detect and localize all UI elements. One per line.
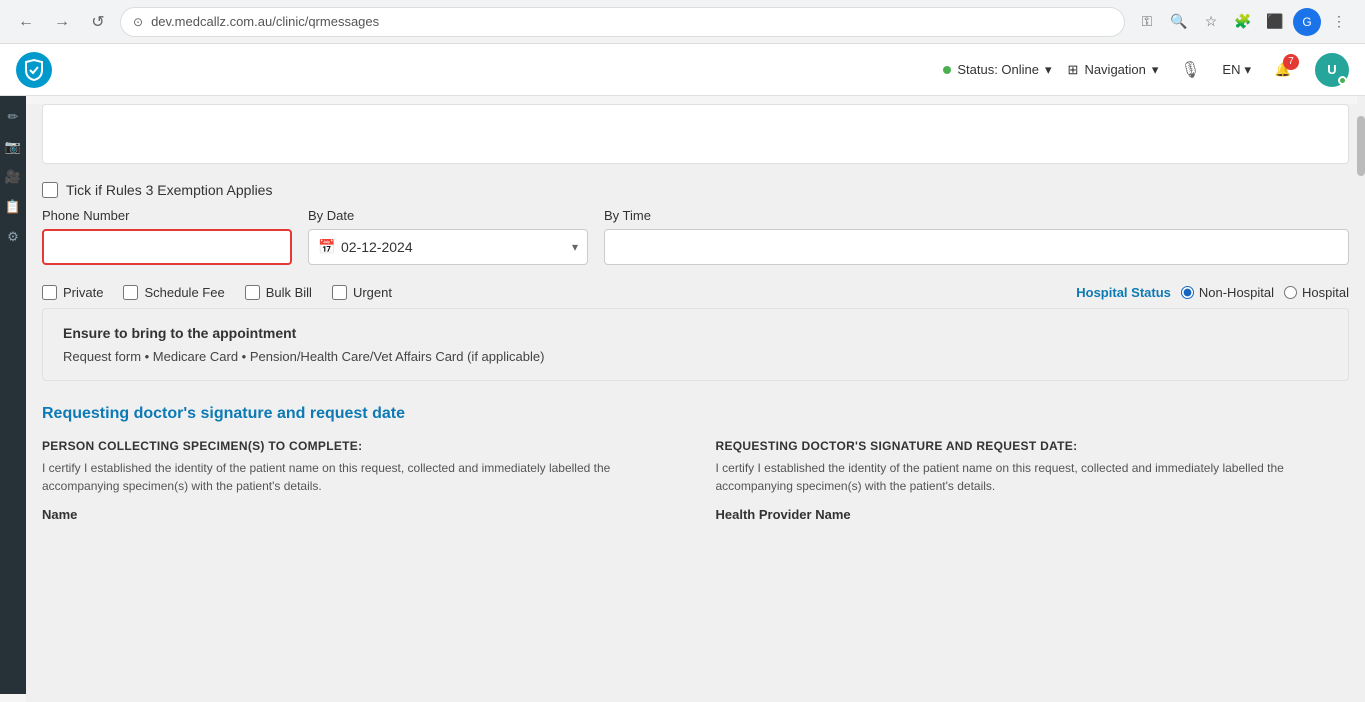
- two-col-layout: PERSON COLLECTING SPECIMEN(S) TO COMPLET…: [26, 439, 1365, 522]
- exemption-label: Tick if Rules 3 Exemption Applies: [66, 182, 272, 198]
- exemption-checkbox[interactable]: [42, 182, 58, 198]
- by-date-label: By Date: [308, 208, 588, 223]
- grid-icon: ⊞: [1068, 62, 1079, 78]
- notification-button[interactable]: 🔔 7: [1267, 54, 1299, 86]
- date-chevron-icon: ▾: [572, 240, 578, 254]
- sidebar-icon-camera[interactable]: 📷: [2, 136, 24, 158]
- left-col-label: PERSON COLLECTING SPECIMEN(S) TO COMPLET…: [42, 439, 676, 453]
- url-text: dev.medcallz.com.au/clinic/qrmessages: [151, 14, 379, 29]
- sidebar-icon-clipboard[interactable]: 📋: [2, 196, 24, 218]
- microphone-button[interactable]: 🎙: [1174, 54, 1206, 86]
- fields-row: Phone Number By Date 📅 02-12-2024 ▾ By T…: [26, 208, 1365, 277]
- bulk-bill-option[interactable]: Bulk Bill: [245, 285, 312, 300]
- phone-number-label: Phone Number: [42, 208, 292, 223]
- date-input-wrapper: 📅 02-12-2024 ▾: [308, 229, 588, 265]
- private-checkbox[interactable]: [42, 285, 57, 300]
- phone-number-group: Phone Number: [42, 208, 292, 265]
- menu-icon[interactable]: ⋮: [1325, 8, 1353, 36]
- browser-chrome: ← → ↺ ⊙ dev.medcallz.com.au/clinic/qrmes…: [0, 0, 1365, 44]
- bookmark-icon[interactable]: ☆: [1197, 8, 1225, 36]
- profile-button[interactable]: G: [1293, 8, 1321, 36]
- sidebar: ✏ 📷 🎥 📋 ⚙: [0, 96, 26, 694]
- lang-chevron-icon: ▾: [1244, 62, 1251, 78]
- non-hospital-option[interactable]: Non-Hospital: [1181, 285, 1274, 300]
- hospital-option[interactable]: Hospital: [1284, 285, 1349, 300]
- avatar-online-dot: [1338, 76, 1347, 85]
- search-icon[interactable]: 🔍: [1165, 8, 1193, 36]
- left-col-text: I certify I established the identity of …: [42, 459, 676, 495]
- non-hospital-radio[interactable]: [1181, 286, 1194, 299]
- scrollbar-thumb[interactable]: [1357, 116, 1365, 176]
- calendar-icon: 📅: [318, 239, 335, 256]
- non-hospital-label: Non-Hospital: [1199, 285, 1274, 300]
- options-row: Private Schedule Fee Bulk Bill Urgent Ho…: [26, 277, 1365, 308]
- urgent-option[interactable]: Urgent: [332, 285, 392, 300]
- language-button[interactable]: EN ▾: [1222, 62, 1251, 78]
- hospital-status-label: Hospital Status: [1076, 285, 1171, 300]
- browser-actions: ⚿ 🔍 ☆ 🧩 ⬛ G ⋮: [1133, 8, 1353, 36]
- address-bar[interactable]: ⊙ dev.medcallz.com.au/clinic/qrmessages: [120, 7, 1125, 37]
- refresh-button[interactable]: ↺: [84, 8, 112, 36]
- forward-button[interactable]: →: [48, 8, 76, 36]
- right-col-text: I certify I established the identity of …: [716, 459, 1350, 495]
- avatar[interactable]: U: [1315, 53, 1349, 87]
- by-date-group: By Date 📅 02-12-2024 ▾: [308, 208, 588, 265]
- status-online[interactable]: Status: Online ▾: [943, 62, 1051, 78]
- bulk-bill-checkbox[interactable]: [245, 285, 260, 300]
- app-header: Status: Online ▾ ⊞ Navigation ▾ 🎙 EN ▾ 🔔…: [0, 44, 1365, 96]
- by-time-label: By Time: [604, 208, 1349, 223]
- sidebar-icon-settings[interactable]: ⚙: [2, 226, 24, 248]
- hospital-status-group: Hospital Status Non-Hospital Hospital: [1076, 285, 1349, 300]
- notification-badge: 7: [1283, 54, 1299, 70]
- logo-svg: [22, 58, 46, 82]
- private-label: Private: [63, 285, 103, 300]
- left-col: PERSON COLLECTING SPECIMEN(S) TO COMPLET…: [42, 439, 676, 522]
- info-box-content: Request form • Medicare Card • Pension/H…: [63, 349, 1328, 364]
- urgent-checkbox[interactable]: [332, 285, 347, 300]
- by-time-group: By Time: [604, 208, 1349, 265]
- right-col: REQUESTING DOCTOR'S SIGNATURE AND REQUES…: [716, 439, 1350, 522]
- status-dot: [943, 66, 951, 74]
- exemption-row: Tick if Rules 3 Exemption Applies: [26, 172, 1365, 208]
- schedule-fee-checkbox[interactable]: [123, 285, 138, 300]
- key-icon[interactable]: ⚿: [1133, 8, 1161, 36]
- puzzle-icon[interactable]: ⬛: [1261, 8, 1289, 36]
- extension-icon[interactable]: 🧩: [1229, 8, 1257, 36]
- bulk-bill-label: Bulk Bill: [266, 285, 312, 300]
- navigation-label: Navigation: [1084, 62, 1145, 77]
- by-time-input[interactable]: [604, 229, 1349, 265]
- right-col-label: REQUESTING DOCTOR'S SIGNATURE AND REQUES…: [716, 439, 1350, 453]
- hospital-label: Hospital: [1302, 285, 1349, 300]
- scrollbar-track[interactable]: [1357, 96, 1365, 694]
- status-label: Status: Online: [957, 62, 1039, 77]
- doctor-section-title: Requesting doctor's signature and reques…: [42, 405, 1349, 423]
- right-name-label: Health Provider Name: [716, 507, 1350, 522]
- schedule-fee-option[interactable]: Schedule Fee: [123, 285, 224, 300]
- private-option[interactable]: Private: [42, 285, 103, 300]
- info-box: Ensure to bring to the appointment Reque…: [42, 308, 1349, 381]
- language-label: EN: [1222, 62, 1240, 77]
- navigation-button[interactable]: ⊞ Navigation ▾: [1068, 62, 1159, 78]
- status-chevron-icon: ▾: [1045, 62, 1052, 78]
- top-section-card: [42, 104, 1349, 164]
- main-wrapper: Tick if Rules 3 Exemption Applies Phone …: [26, 104, 1365, 702]
- sidebar-icon-video[interactable]: 🎥: [2, 166, 24, 188]
- nav-chevron-icon: ▾: [1152, 62, 1159, 78]
- urgent-label: Urgent: [353, 285, 392, 300]
- doctor-section: Requesting doctor's signature and reques…: [26, 393, 1365, 423]
- phone-number-input[interactable]: [42, 229, 292, 265]
- hospital-radio[interactable]: [1284, 286, 1297, 299]
- date-display[interactable]: 02-12-2024: [308, 229, 588, 265]
- schedule-fee-label: Schedule Fee: [144, 285, 224, 300]
- info-box-title: Ensure to bring to the appointment: [63, 325, 1328, 341]
- left-name-label: Name: [42, 507, 676, 522]
- back-button[interactable]: ←: [12, 8, 40, 36]
- header-right: Status: Online ▾ ⊞ Navigation ▾ 🎙 EN ▾ 🔔…: [943, 53, 1349, 87]
- sidebar-icon-edit[interactable]: ✏: [2, 106, 24, 128]
- avatar-text: U: [1327, 62, 1336, 77]
- app-logo: [16, 52, 52, 88]
